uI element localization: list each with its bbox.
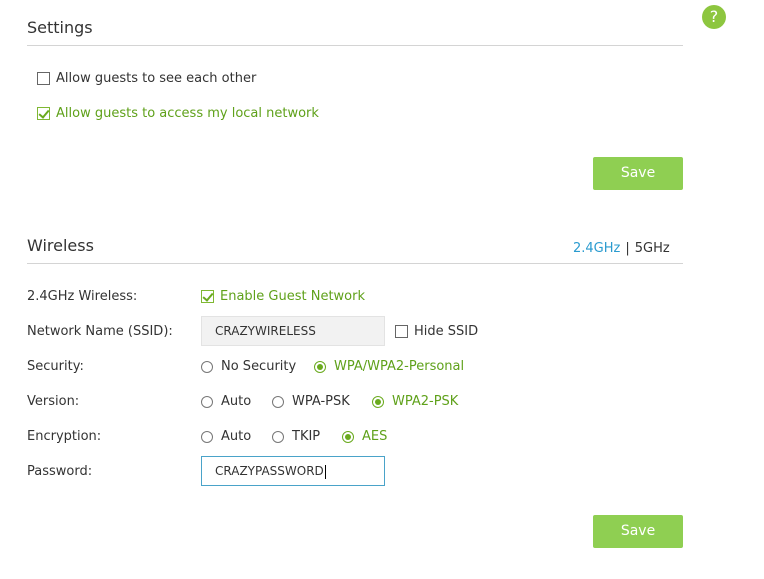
version-auto-radio[interactable]: Auto (201, 394, 251, 409)
security-option-label: WPA/WPA2-Personal (334, 359, 465, 374)
radio-selected-icon (314, 360, 326, 373)
encryption-aes-radio[interactable]: AES (342, 429, 387, 444)
password-input[interactable]: CRAZYPASSWORD (201, 456, 385, 486)
version-option-label: WPA-PSK (292, 394, 350, 409)
security-no-security-radio[interactable]: No Security (201, 359, 296, 374)
security-option-label: No Security (221, 359, 297, 374)
band-switcher: 2.4GHz | 5GHz (573, 241, 670, 256)
radio-selected-icon (372, 395, 384, 408)
band-24ghz-link[interactable]: 2.4GHz (573, 241, 620, 256)
version-wpa2-psk-radio[interactable]: WPA2-PSK (372, 394, 458, 409)
enable-guest-network-checkbox[interactable]: Enable Guest Network (201, 289, 365, 304)
encryption-label: Encryption: (27, 429, 102, 444)
radio-unselected-icon (272, 395, 284, 408)
settings-divider (27, 45, 683, 46)
checkbox-checked-icon (37, 107, 50, 120)
radio-unselected-icon (272, 430, 284, 443)
version-option-label: Auto (221, 394, 252, 409)
password-label: Password: (27, 464, 93, 479)
radio-unselected-icon (201, 395, 213, 408)
ssid-input[interactable]: CRAZYWIRELESS (201, 316, 385, 346)
band-5ghz-link[interactable]: 5GHz (635, 241, 670, 256)
checkbox-unchecked-icon (37, 72, 50, 85)
radio-unselected-icon (201, 360, 213, 373)
version-label: Version: (27, 394, 80, 409)
wireless-divider (27, 263, 683, 264)
allow-guests-see-each-other-checkbox[interactable]: Allow guests to see each other (37, 71, 256, 86)
help-icon[interactable]: ? (702, 5, 726, 29)
radio-selected-icon (342, 430, 354, 443)
allow-guests-local-network-checkbox[interactable]: Allow guests to access my local network (37, 106, 319, 121)
allow-guests-local-network-label: Allow guests to access my local network (56, 106, 319, 121)
settings-section-title: Settings (27, 18, 93, 37)
text-caret (324, 464, 326, 479)
wireless-save-button[interactable]: Save (593, 515, 683, 548)
encryption-option-label: AES (362, 429, 388, 444)
encryption-option-label: TKIP (292, 429, 321, 444)
wireless-section-title: Wireless (27, 236, 94, 255)
security-wpa-personal-radio[interactable]: WPA/WPA2-Personal (314, 359, 464, 374)
encryption-tkip-radio[interactable]: TKIP (272, 429, 320, 444)
checkbox-unchecked-icon (395, 325, 408, 338)
wireless-label: 2.4GHz Wireless: (27, 289, 138, 304)
encryption-option-label: Auto (221, 429, 252, 444)
band-separator: | (625, 241, 630, 256)
hide-ssid-checkbox[interactable]: Hide SSID (395, 324, 478, 339)
allow-guests-see-each-other-label: Allow guests to see each other (56, 71, 257, 86)
encryption-auto-radio[interactable]: Auto (201, 429, 251, 444)
password-value: CRAZYPASSWORD (215, 464, 324, 478)
ssid-label: Network Name (SSID): (27, 324, 173, 339)
settings-save-button[interactable]: Save (593, 157, 683, 190)
security-label: Security: (27, 359, 84, 374)
hide-ssid-label: Hide SSID (414, 324, 479, 339)
radio-unselected-icon (201, 430, 213, 443)
version-wpa-psk-radio[interactable]: WPA-PSK (272, 394, 350, 409)
enable-guest-network-label: Enable Guest Network (220, 289, 366, 304)
checkbox-checked-icon (201, 290, 214, 303)
version-option-label: WPA2-PSK (392, 394, 459, 409)
